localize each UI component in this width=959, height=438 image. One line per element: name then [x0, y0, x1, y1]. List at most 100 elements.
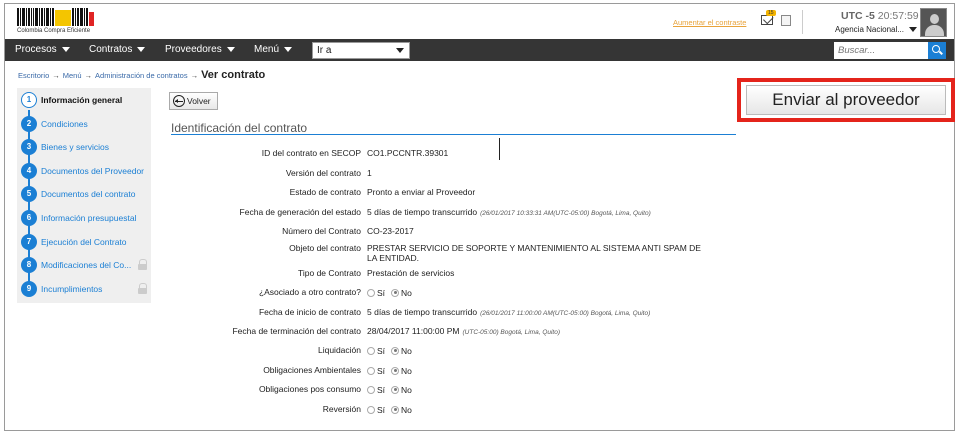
contrast-link[interactable]: Aumentar el contraste — [673, 18, 746, 27]
send-to-provider-button[interactable]: Enviar al proveedor — [746, 85, 946, 115]
step-label: Condiciones — [41, 118, 88, 129]
step-number: 7 — [21, 233, 37, 250]
lock-icon — [138, 259, 147, 271]
breadcrumb-menu[interactable]: Menú — [63, 71, 82, 80]
nav-proveedores[interactable]: Proveedores — [165, 39, 235, 61]
back-arrow-icon — [173, 95, 185, 107]
field-value: PRESTAR SERVICIO DE SOPORTE Y MANTENIMIE… — [367, 243, 707, 263]
sidebar-step-5[interactable]: 5 Documentos del contrato — [17, 182, 151, 205]
sidebar-step-6[interactable]: 6 Información presupuestal — [17, 206, 151, 229]
radio-yes-label: Sí — [377, 365, 386, 376]
avatar-body-icon — [925, 25, 944, 36]
radio-yes-label: Sí — [377, 287, 386, 298]
avatar[interactable] — [920, 8, 947, 37]
clock: UTC -5 20:57:59 — [841, 10, 919, 22]
field-value: 1 — [367, 168, 372, 178]
radio-no[interactable] — [391, 385, 400, 394]
sidebar-step-4[interactable]: 4 Documentos del Proveedor — [17, 159, 151, 182]
field-value: 28/04/2017 11:00:00 PM (UTC-05:00) Bogotá… — [367, 326, 560, 336]
field-value: Sí No — [367, 365, 418, 376]
field-value: CO-23-2017 — [367, 226, 414, 236]
search-input[interactable] — [834, 42, 928, 59]
field-value-text: 28/04/2017 11:00:00 PM — [367, 326, 460, 336]
field-value-text: 5 días de tiempo transcurrido — [367, 307, 478, 317]
document-icon[interactable] — [781, 15, 791, 26]
mail-badge: 15 — [766, 10, 776, 16]
sidebar-step-8[interactable]: 8 Modificaciones del Co... — [17, 253, 151, 276]
step-label: Incumplimientos — [41, 283, 103, 294]
arrow-right-icon: → — [84, 71, 93, 80]
field-value-text: 1 — [367, 168, 372, 178]
field-label: Versión del contrato — [285, 168, 361, 178]
radio-yes[interactable] — [367, 385, 375, 394]
step-number: 1 — [21, 92, 37, 108]
radio-yes[interactable] — [367, 346, 375, 355]
field-label: Estado de contrato — [289, 187, 361, 197]
mail-icon[interactable] — [761, 15, 773, 25]
radio-yes[interactable] — [367, 288, 375, 297]
back-button[interactable]: Volver — [169, 92, 218, 110]
text-cursor — [499, 138, 500, 160]
step-number: 8 — [21, 257, 37, 274]
step-label: Ejecución del Contrato — [41, 236, 127, 247]
nav-procesos[interactable]: Procesos — [15, 39, 70, 61]
step-label: Bienes y servicios — [41, 142, 110, 153]
step-number: 5 — [21, 186, 37, 203]
arrow-right-icon: → — [52, 71, 60, 80]
step-number: 4 — [21, 162, 37, 179]
section-title: Identificación del contrato — [171, 121, 308, 135]
field-label: Obligaciones pos consumo — [258, 384, 361, 394]
header-divider — [802, 10, 803, 34]
step-label: Información presupuestal — [41, 213, 137, 223]
agency-selector[interactable]: Agencia Nacional... — [835, 25, 917, 34]
radio-no[interactable] — [391, 346, 400, 355]
breadcrumb: Escritorio → Menú → Administración de contra… — [18, 69, 265, 81]
search-icon[interactable] — [928, 42, 946, 59]
radio-yes-label: Sí — [377, 345, 386, 356]
radio-no[interactable] — [391, 405, 400, 414]
sidebar-step-2[interactable]: 2 Condiciones — [17, 112, 151, 135]
breadcrumb-admin[interactable]: Administración de contratos — [95, 71, 188, 80]
goto-select[interactable]: Ir a — [312, 42, 410, 59]
field-value: Sí No — [367, 384, 418, 395]
avatar-head-icon — [930, 14, 939, 24]
radio-no-label: No — [401, 404, 412, 415]
field-label: Tipo de Contrato — [298, 268, 361, 278]
barcode-icon — [17, 8, 97, 26]
sidebar-step-9[interactable]: 9 Incumplimientos — [17, 277, 151, 300]
sidebar-step-1[interactable]: 1 Información general — [17, 88, 151, 111]
step-label: Documentos del contrato — [41, 189, 136, 200]
step-number: 3 — [21, 139, 37, 156]
field-value-detail: (UTC-05:00) Bogotá, Lima, Quito) — [462, 329, 561, 336]
utc-label: UTC -5 — [841, 10, 875, 22]
radio-yes[interactable] — [367, 405, 375, 414]
field-value-detail: (26/01/2017 10:33:31 AM(UTC-05:00) Bogot… — [480, 210, 651, 217]
nav-menu[interactable]: Menú — [254, 39, 292, 61]
field-label: Liquidación — [317, 345, 361, 355]
field-value: Sí No — [367, 345, 418, 356]
section-divider — [171, 134, 736, 135]
nav-contratos[interactable]: Contratos — [89, 39, 145, 61]
field-value: Pronto a enviar al Proveedor — [367, 187, 475, 197]
field-value-text: CO-23-2017 — [367, 226, 414, 236]
radio-no[interactable] — [391, 288, 400, 297]
radio-no[interactable] — [391, 366, 400, 375]
field-value-text: 5 días de tiempo transcurrido — [367, 207, 478, 217]
lock-icon — [138, 282, 147, 294]
field-label: Fecha de generación del estado — [239, 207, 361, 217]
step-number: 6 — [21, 210, 37, 226]
field-label: ID del contrato en SECOP — [261, 148, 361, 158]
logo[interactable]: Colombia Compra Eficiente — [17, 8, 97, 36]
field-label: Fecha de terminación del contrato — [232, 326, 361, 336]
field-label: ¿Asociado a otro contrato? — [258, 287, 361, 297]
sidebar-step-7[interactable]: 7 Ejecución del Contrato — [17, 230, 151, 253]
field-value: 5 días de tiempo transcurrido (26/01/2017… — [367, 307, 650, 317]
clock-time: 20:57:59 — [877, 10, 919, 22]
step-label: Información general — [41, 95, 123, 105]
radio-no-label: No — [401, 384, 412, 395]
step-label: Modificaciones del Co... — [41, 260, 132, 271]
sidebar-step-3[interactable]: 3 Bienes y servicios — [17, 135, 151, 158]
breadcrumb-escritorio[interactable]: Escritorio — [18, 71, 49, 80]
field-value-text: CO1.PCCNTR.39301 — [367, 148, 449, 158]
radio-yes[interactable] — [367, 366, 375, 375]
